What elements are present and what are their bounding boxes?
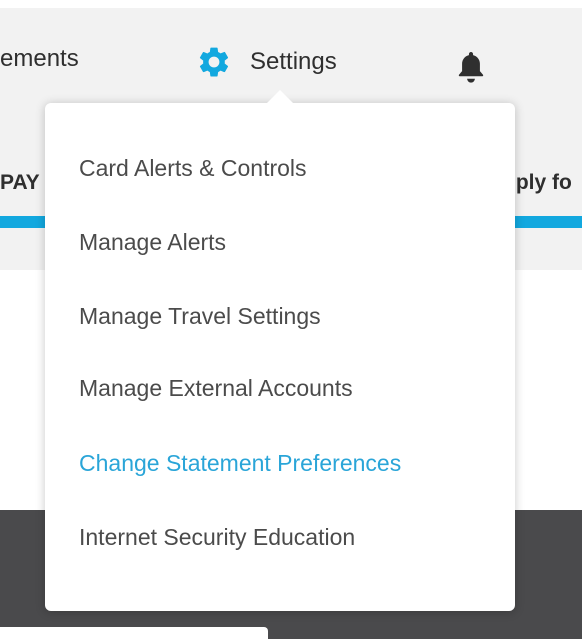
- gear-icon: [199, 47, 229, 77]
- menu-item-manage-external-accounts[interactable]: Manage External Accounts: [79, 373, 353, 403]
- menu-item-card-alerts-controls[interactable]: Card Alerts & Controls: [79, 153, 307, 183]
- menu-item-manage-alerts[interactable]: Manage Alerts: [79, 227, 226, 257]
- subnav-active-bar: [510, 216, 582, 228]
- subnav-item-pay[interactable]: PAY: [0, 171, 40, 195]
- settings-dropdown-menu: Card Alerts & Controls Manage Alerts Man…: [45, 103, 515, 611]
- nav-settings-label: Settings: [250, 48, 337, 75]
- nav-statements[interactable]: ements: [0, 44, 79, 74]
- menu-item-internet-security-education[interactable]: Internet Security Education: [79, 522, 355, 552]
- subnav-active-bar: [0, 216, 50, 228]
- menu-item-change-statement-preferences[interactable]: Change Statement Preferences: [79, 448, 401, 478]
- footer-tab: [0, 627, 268, 639]
- dropdown-pointer: [266, 90, 294, 104]
- nav-settings[interactable]: Settings: [196, 44, 337, 80]
- bell-icon[interactable]: [457, 52, 485, 84]
- menu-item-manage-travel-settings[interactable]: Manage Travel Settings: [79, 301, 321, 331]
